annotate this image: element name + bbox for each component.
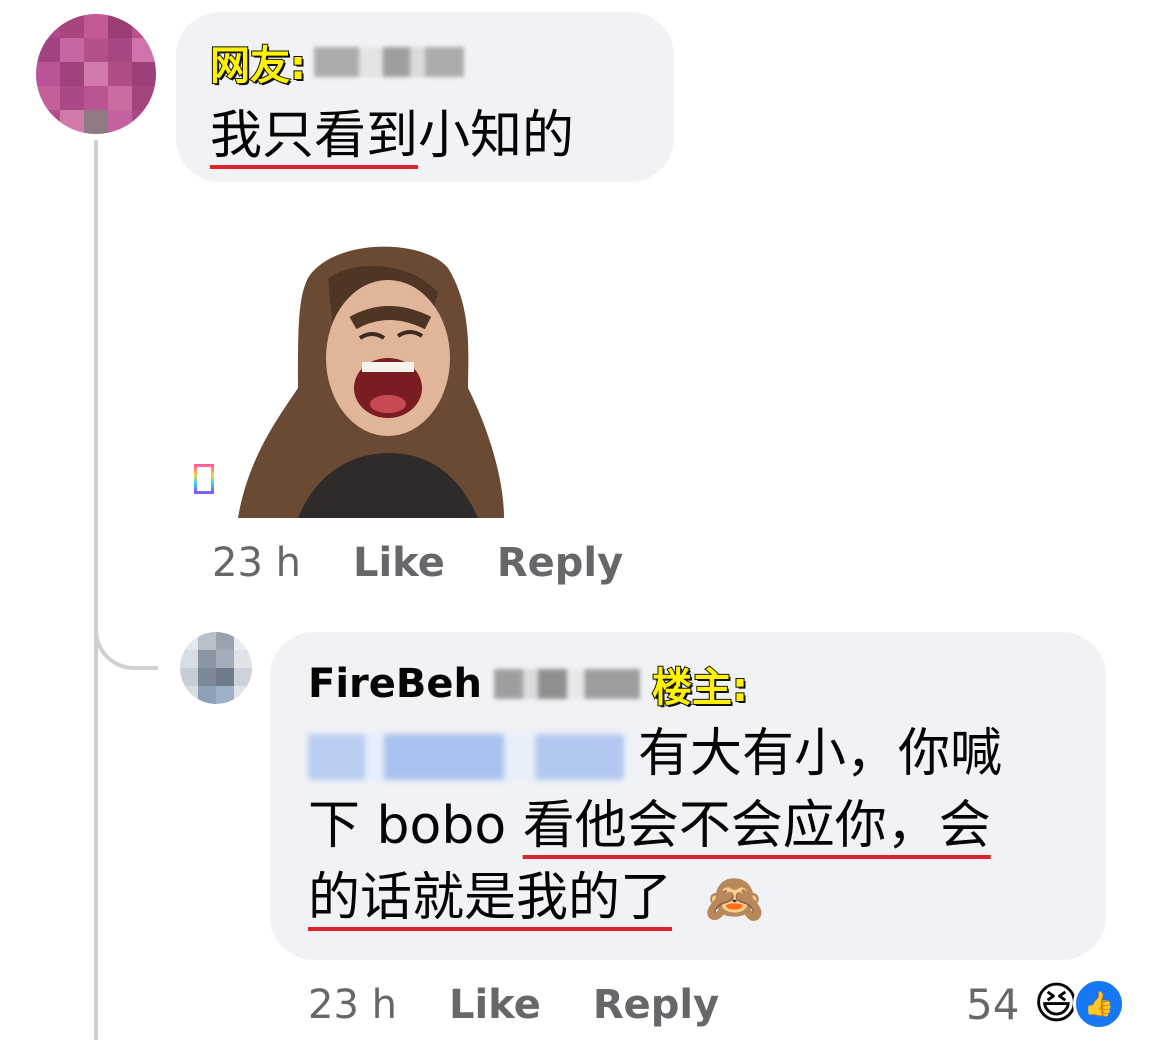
comment-time[interactable]: 23 h: [212, 540, 301, 586]
comment-bubble: 网友: 我只看到小知的: [176, 12, 674, 182]
author-avatar[interactable]: [180, 632, 252, 704]
reply-bubble: FireBeh 楼主: 有大有小，你喊 下 bobo 看他会不会应你，会 的话就…: [270, 632, 1106, 960]
comment-text: 我只看到小知的: [210, 106, 575, 166]
reactions-summary[interactable]: 54 😆 👍: [966, 976, 1126, 1032]
blurred-name: [314, 47, 464, 77]
gif-badge-icon: [194, 464, 214, 494]
thread-branch-curve: [94, 610, 158, 670]
laughing-woman-sticker: [238, 246, 504, 519]
commenter-tag: 网友:: [209, 42, 307, 90]
like-button[interactable]: Like: [353, 540, 445, 586]
reply-meta: 23 h Like Reply: [308, 982, 719, 1028]
author-tag: 楼主:: [651, 664, 749, 712]
comment-header: 网友:: [209, 36, 464, 90]
like-button[interactable]: Like: [449, 982, 541, 1028]
reply-button[interactable]: Reply: [497, 540, 623, 586]
gif-sticker[interactable]: [238, 238, 504, 519]
comment-meta: 23 h Like Reply: [212, 540, 623, 586]
reply-text: 有大有小，你喊 下 bobo 看他会不会应你，会 的话就是我的了 🙈: [308, 724, 1003, 928]
thread-line: [94, 140, 98, 1040]
reply-header: FireBeh 楼主:: [308, 658, 749, 712]
reply-time[interactable]: 23 h: [308, 982, 397, 1028]
author-name[interactable]: FireBeh: [308, 661, 482, 707]
blurred-surname: [493, 669, 640, 699]
like-reaction-icon: 👍: [1073, 978, 1126, 1030]
commenter-avatar[interactable]: [36, 14, 156, 134]
blurred-mention[interactable]: [308, 734, 624, 780]
reply-button[interactable]: Reply: [593, 982, 719, 1028]
see-no-evil-monkey-icon: 🙈: [704, 871, 765, 927]
reaction-count: 54: [966, 979, 1020, 1029]
